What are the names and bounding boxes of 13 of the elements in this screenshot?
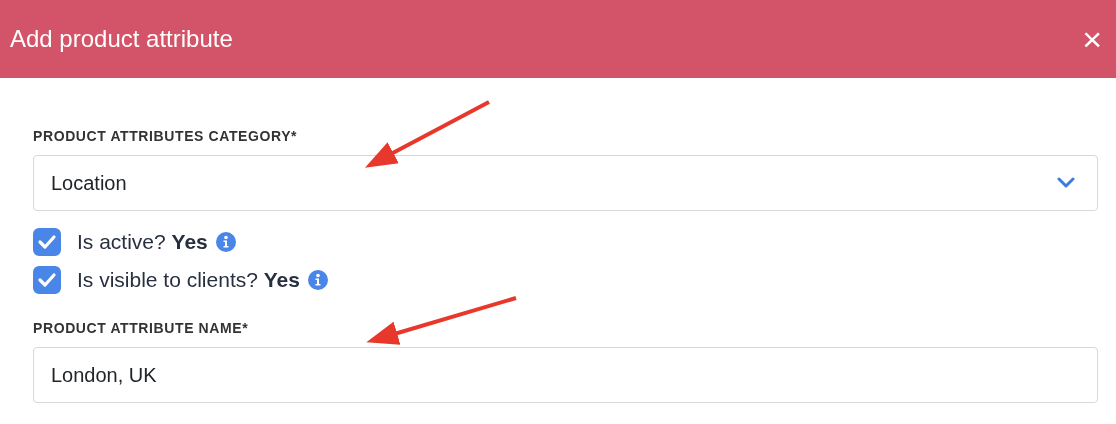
checkbox[interactable]	[33, 266, 61, 294]
field-label: PRODUCT ATTRIBUTE NAME*	[33, 320, 250, 336]
info-icon[interactable]	[307, 270, 328, 290]
chevron-down-icon	[1057, 177, 1075, 189]
info-icon[interactable]	[215, 232, 236, 252]
checkbox-label: Is active? Yes	[77, 230, 208, 254]
field-label: PRODUCT ATTRIBUTES CATEGORY*	[33, 128, 299, 144]
category-select[interactable]: Location	[33, 155, 1098, 211]
checkbox[interactable]	[33, 228, 61, 256]
close-button[interactable]: ×	[1078, 22, 1106, 56]
name-input[interactable]: London, UK	[33, 347, 1098, 403]
checkbox-label: Is visible to clients? Yes	[77, 268, 300, 292]
dialog-title: Add product attribute	[10, 25, 233, 53]
